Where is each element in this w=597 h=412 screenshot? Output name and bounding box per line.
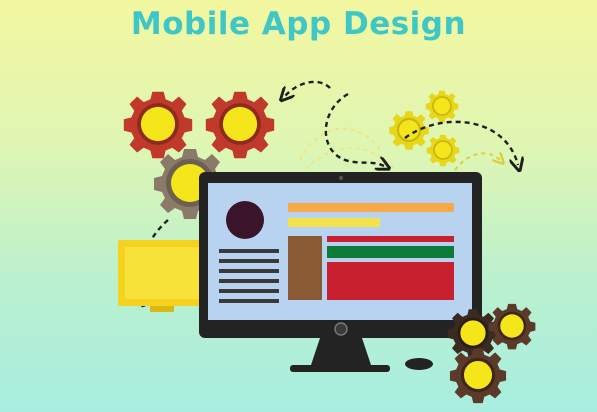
mouse-icon — [405, 358, 433, 370]
gear-icon — [123, 91, 193, 159]
gear-icon — [425, 90, 459, 123]
gear-icon — [449, 348, 507, 404]
gear-icon — [389, 111, 429, 150]
phone-icon — [118, 240, 206, 312]
monitor-icon — [199, 172, 482, 372]
gear-icon — [426, 134, 460, 167]
illustration — [118, 80, 536, 404]
gear-icon — [488, 303, 536, 350]
power-button-icon — [334, 322, 348, 336]
gear-icon — [205, 91, 275, 159]
